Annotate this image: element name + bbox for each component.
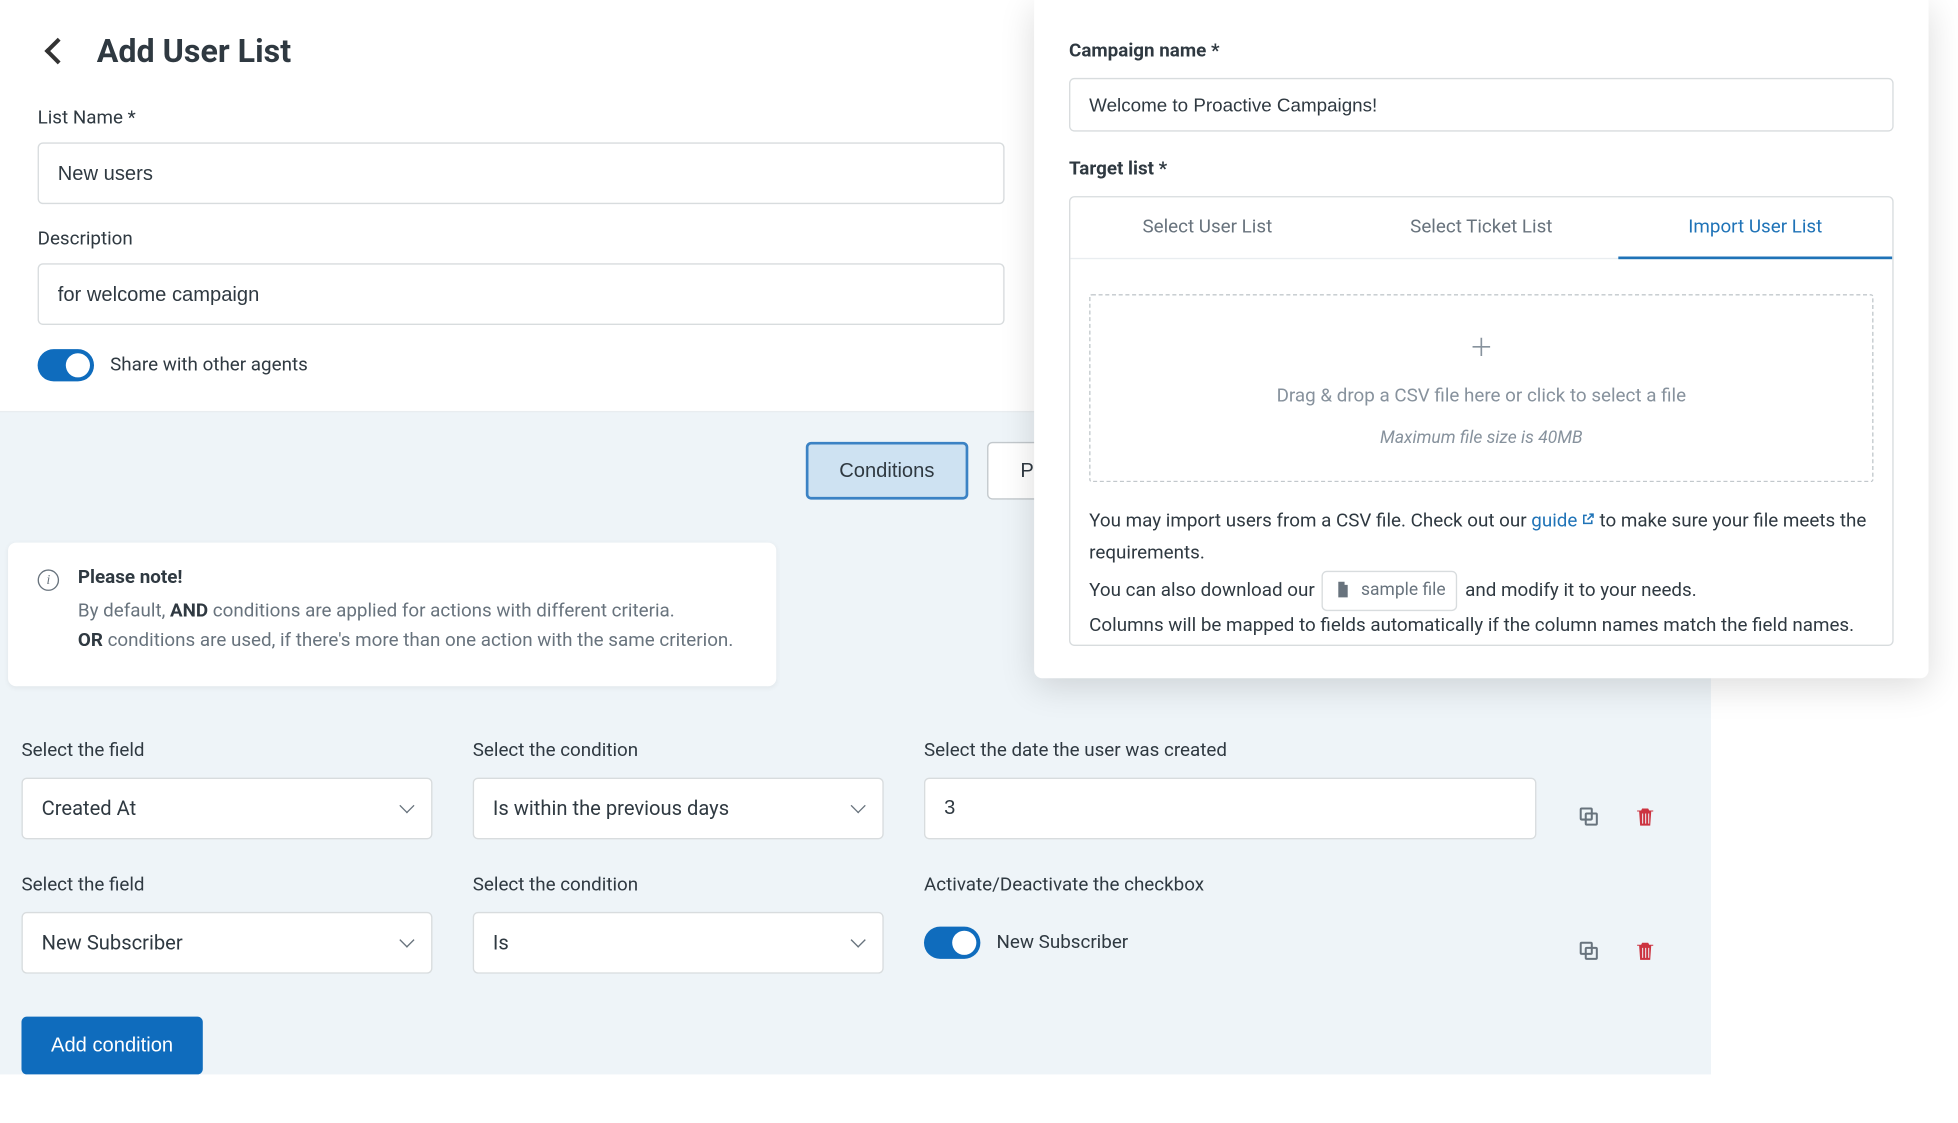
- share-toggle[interactable]: [38, 349, 94, 381]
- tab-conditions[interactable]: Conditions: [806, 442, 968, 500]
- tab-select-user-list[interactable]: Select User List: [1070, 197, 1344, 257]
- guide-link[interactable]: guide: [1531, 510, 1595, 531]
- chevron-down-icon: [399, 932, 414, 947]
- note-line-1: By default, AND conditions are applied f…: [78, 596, 733, 626]
- share-label: Share with other agents: [110, 355, 308, 376]
- condition-select-1[interactable]: Is within the previous days: [473, 777, 884, 839]
- field-select-1[interactable]: Created At: [21, 777, 432, 839]
- checkbox-label: New Subscriber: [997, 932, 1129, 953]
- note-line-2: OR conditions are used, if there's more …: [78, 626, 733, 656]
- chevron-down-icon: [399, 798, 414, 813]
- campaign-name-input[interactable]: [1069, 78, 1894, 132]
- trash-icon[interactable]: [1633, 938, 1657, 962]
- campaign-name-label: Campaign name *: [1069, 40, 1894, 61]
- import-dropzone[interactable]: ＋ Drag & drop a CSV file here or click t…: [1089, 294, 1873, 482]
- copy-icon[interactable]: [1577, 804, 1601, 828]
- field-select-2[interactable]: New Subscriber: [21, 912, 432, 974]
- add-condition-button[interactable]: Add condition: [21, 1016, 202, 1074]
- target-list-label: Target list *: [1069, 158, 1894, 179]
- field-label: Select the field: [21, 874, 432, 895]
- trash-icon[interactable]: [1633, 804, 1657, 828]
- description-input[interactable]: [38, 263, 1005, 325]
- import-help-line-2: You can also download our sample file an…: [1089, 570, 1873, 610]
- dropzone-subtext: Maximum file size is 40MB: [1380, 428, 1583, 448]
- note-heading: Please note!: [78, 567, 733, 588]
- chevron-down-icon: [851, 932, 866, 947]
- value-label-1: Select the date the user was created: [924, 740, 1536, 761]
- condition-row: Select the field New Subscriber Select t…: [21, 874, 1681, 973]
- checkbox-toggle[interactable]: [924, 926, 980, 958]
- back-button[interactable]: [44, 38, 71, 65]
- dropzone-text: Drag & drop a CSV file here or click to …: [1277, 385, 1686, 406]
- condition-label: Select the condition: [473, 740, 884, 761]
- field-label: Select the field: [21, 740, 432, 761]
- condition-row: Select the field Created At Select the c…: [21, 740, 1681, 839]
- copy-icon[interactable]: [1577, 938, 1601, 962]
- import-help-line-1: You may import users from a CSV file. Ch…: [1089, 506, 1873, 570]
- value-label-2: Activate/Deactivate the checkbox: [924, 874, 1536, 895]
- info-icon: i: [38, 569, 59, 590]
- tab-select-ticket-list[interactable]: Select Ticket List: [1344, 197, 1618, 257]
- condition-select-2[interactable]: Is: [473, 912, 884, 974]
- plus-icon: ＋: [1469, 328, 1493, 363]
- note-box: i Please note! By default, AND condition…: [8, 543, 776, 686]
- file-icon: [1334, 580, 1353, 601]
- condition-label: Select the condition: [473, 874, 884, 895]
- sample-file-button[interactable]: sample file: [1322, 570, 1458, 610]
- value-input-1[interactable]: [924, 777, 1536, 839]
- campaign-side-panel: Campaign name * Target list * Select Use…: [1034, 0, 1928, 679]
- chevron-down-icon: [851, 798, 866, 813]
- import-help-line-3: Columns will be mapped to fields automat…: [1089, 611, 1873, 643]
- page-title: Add User List: [97, 32, 291, 70]
- list-name-input[interactable]: [38, 142, 1005, 204]
- tab-import-user-list[interactable]: Import User List: [1618, 197, 1892, 259]
- external-link-icon: [1580, 506, 1595, 521]
